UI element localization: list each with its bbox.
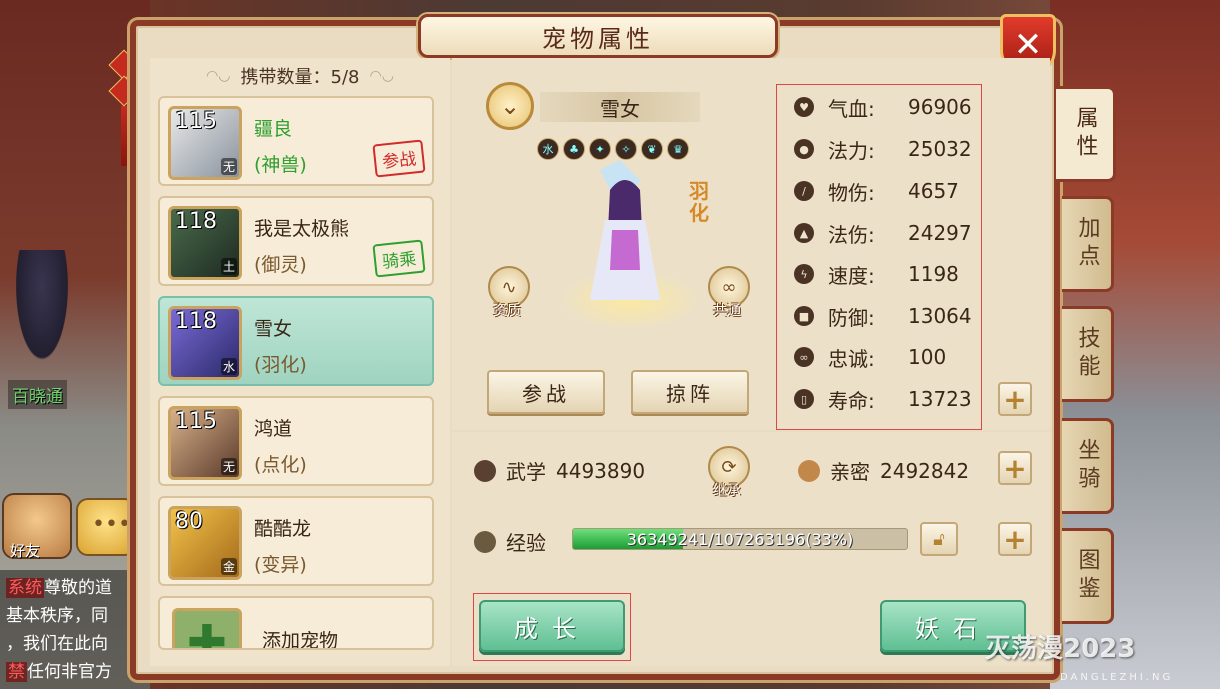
pet-avatar: 118 水: [168, 306, 242, 380]
tab-add-points[interactable]: 加点: [1062, 196, 1114, 292]
add-intimacy-button[interactable]: +: [998, 451, 1032, 485]
add-exp-button[interactable]: +: [998, 522, 1032, 556]
inherit-label: 继承: [713, 483, 741, 499]
chat-line: 禁任何非官方: [6, 662, 112, 682]
ornament-icon: ◠◡: [369, 68, 394, 84]
pet-trait-icons: 水 ♣ ✦ ✧ ❦ ♛: [537, 138, 689, 160]
plus-icon: +: [1003, 451, 1027, 485]
intimacy-row: 亲密 2492842: [798, 456, 969, 485]
pet-avatar: 115 无: [168, 406, 242, 480]
pet-select-dropdown[interactable]: ⌄: [486, 82, 534, 130]
pulse-icon: ∿: [501, 276, 517, 298]
teal-skill-icon[interactable]: ✧: [615, 138, 637, 160]
aptitude-label: 资质: [493, 303, 521, 319]
plus-icon: +: [1003, 382, 1027, 416]
lock-button[interactable]: 🔓︎: [920, 522, 958, 556]
pet-list-item[interactable]: 80 金 酷酷龙 (变异): [158, 496, 434, 586]
status-badge: 骑乘: [372, 239, 426, 278]
leaf-skill-icon[interactable]: ❦: [641, 138, 663, 160]
pet-name: 酷酷龙: [254, 518, 312, 540]
unlock-icon: 🔓︎: [933, 528, 945, 550]
exp-progress-text: 36349241/107263196(33%): [626, 529, 854, 549]
heart-icon: ♥: [794, 97, 814, 117]
refresh-icon: ⟳: [721, 456, 737, 478]
exp-icon: [474, 530, 496, 553]
pet-list-item[interactable]: 115 无 鸿道 (点化): [158, 396, 434, 486]
stat-magic-damage: ▲ 法伤: 24297: [794, 218, 974, 248]
drop-icon: ●: [794, 139, 814, 159]
formation-button[interactable]: 掠阵: [631, 370, 749, 414]
peach-icon: [798, 459, 820, 482]
sword-icon: /: [794, 181, 814, 201]
pet-type: (变异): [254, 554, 307, 576]
link-icon: ∞: [721, 276, 737, 298]
yuhua-mark: 羽化: [689, 179, 709, 225]
pet-list-item[interactable]: 118 土 我是太极熊 (御灵) 骑乘: [158, 196, 434, 286]
plus-icon: +: [1003, 522, 1027, 556]
tab-attributes[interactable]: 属性: [1056, 86, 1116, 182]
crown-skill-icon[interactable]: ♛: [667, 138, 689, 160]
pet-type: (神兽): [254, 154, 307, 176]
window-title: 宠物属性: [418, 14, 778, 58]
pet-name: 雪女: [254, 318, 293, 340]
martial-row: 武学 4493890: [474, 456, 645, 485]
add-pet-button[interactable]: ✚ 添加宠物: [158, 596, 434, 650]
chat-log[interactable]: 系统 尊敬的道 基本秩序，同 ，我们在此向 禁任何非官方: [0, 570, 150, 689]
add-pet-label: 添加宠物: [262, 630, 339, 650]
tab-codex[interactable]: 图鉴: [1062, 528, 1114, 624]
pet-type: (点化): [254, 454, 307, 476]
chat-line: 基本秩序，同: [6, 606, 108, 626]
pet-character-model[interactable]: [560, 160, 690, 320]
pet-name-title: 雪女: [540, 92, 700, 122]
pet-avatar: 115 无: [168, 106, 242, 180]
stat-loyalty: ∞ 忠诚: 100: [794, 342, 974, 372]
fight-button[interactable]: 参战: [487, 370, 605, 414]
grow-button[interactable]: 成长: [479, 600, 625, 652]
yin-yang-icon: [474, 459, 496, 482]
tab-mount[interactable]: 坐骑: [1062, 418, 1114, 514]
pet-avatar: 118 土: [168, 206, 242, 280]
shield-icon: ■: [794, 306, 814, 326]
carry-count: ◠◡ 携带数量：5/8 ◠◡: [206, 67, 394, 88]
pet-type: (羽化): [254, 354, 307, 376]
bond-icon: ∞: [794, 347, 814, 367]
add-lifespan-button[interactable]: +: [998, 382, 1032, 416]
chat-bubble-icon: •••: [92, 512, 131, 537]
chat-line: 系统 尊敬的道: [6, 578, 112, 598]
pet-list-item-selected[interactable]: 118 水 雪女 (羽化): [158, 296, 434, 386]
pet-name: 我是太极熊: [254, 218, 350, 240]
pet-name: 鸿道: [254, 418, 293, 440]
stat-mp: ● 法力: 25032: [794, 134, 974, 164]
pet-avatar: 80 金: [168, 506, 242, 580]
stat-physical-damage: / 物伤: 4657: [794, 176, 974, 206]
bolt-icon: ϟ: [794, 264, 814, 284]
chevron-down-icon: ⌄: [499, 92, 521, 120]
pet-list-item[interactable]: 115 无 疆良 (神兽) 参战: [158, 96, 434, 186]
ornament-icon: ◠◡: [206, 68, 231, 84]
exp-row: 经验: [474, 527, 546, 556]
stat-defense: ■ 防御: 13064: [794, 301, 974, 331]
plus-icon: ✚: [172, 608, 242, 648]
stat-speed: ϟ 速度: 1198: [794, 259, 974, 289]
tab-skills[interactable]: 技能: [1062, 306, 1114, 402]
pet-type: (御灵): [254, 254, 307, 276]
chat-line: ，我们在此向: [6, 634, 108, 654]
pet-name: 疆良: [254, 118, 293, 140]
npc-figure[interactable]: [12, 250, 72, 370]
watermark-sub: DANGLEZHI.NG: [1060, 672, 1174, 683]
flame-icon: ▲: [794, 223, 814, 243]
friend-label: 好友: [10, 542, 41, 560]
status-badge: 参战: [372, 139, 426, 178]
water-element-icon[interactable]: 水: [537, 138, 559, 160]
npc-name[interactable]: 百晓通: [8, 380, 67, 409]
gold-skill-icon[interactable]: ✦: [589, 138, 611, 160]
stat-lifespan: ▯ 寿命: 13723: [794, 384, 974, 414]
share-label: 共通: [713, 303, 741, 319]
stat-hp: ♥ 气血: 96906: [794, 92, 974, 122]
watermark: 灭荡漫2023: [985, 634, 1136, 664]
purple-skill-icon[interactable]: ♣: [563, 138, 585, 160]
life-icon: ▯: [794, 389, 814, 409]
